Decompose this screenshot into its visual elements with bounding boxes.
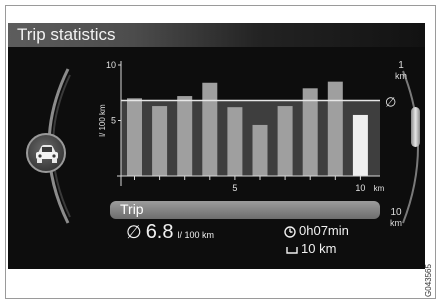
distance-icon (286, 246, 298, 254)
trip-panel: Trip ∅ 6.8 l/ 100 km 0h07min 10 km (110, 201, 380, 257)
trip-time: 0h07min (284, 223, 349, 238)
trip-distance-value: 10 km (301, 241, 337, 256)
x-tick-label: 10 (355, 183, 365, 193)
y-axis-label: l/ 100 km (98, 104, 107, 137)
x-axis-label: km (374, 184, 385, 193)
trip-statistics-screen: Trip statistics 1 km 10 km ∅ 10 5 l/ 100 km… (8, 23, 425, 269)
bar (327, 81, 343, 176)
bar (277, 106, 293, 176)
average-consumption: ∅ 6.8 l/ 100 km (126, 221, 214, 244)
trip-header: Trip (110, 201, 380, 219)
bar (202, 82, 218, 176)
y-tick-label: 10 (106, 60, 116, 70)
average-unit: l/ 100 km (177, 230, 215, 240)
trip-label: Trip (120, 201, 144, 217)
figure-reference-code: G043565 (423, 264, 433, 297)
y-tick-label: 5 (111, 116, 116, 126)
average-value: 6.8 (145, 221, 174, 243)
clock-icon (284, 225, 296, 238)
trip-distance: 10 km (286, 241, 336, 256)
average-symbol: ∅ (126, 222, 142, 242)
bar (152, 106, 168, 176)
x-tick-label: 5 (232, 183, 237, 193)
bar (302, 88, 318, 176)
bar (352, 114, 368, 176)
bar (252, 124, 268, 176)
figure-reference: G043565 (423, 262, 438, 302)
trip-time-value: 0h07min (299, 223, 349, 238)
bar (227, 107, 243, 176)
average-line-symbol: ∅ (385, 95, 396, 110)
bar (177, 96, 193, 176)
bar (127, 98, 142, 176)
